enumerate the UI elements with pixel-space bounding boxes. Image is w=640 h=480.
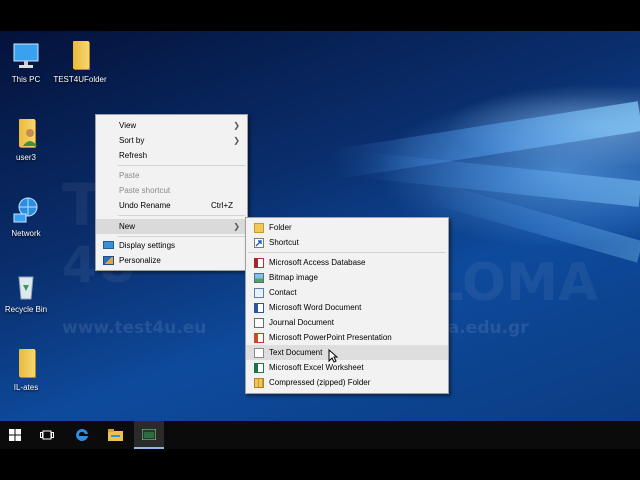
menu-item-undo-rename[interactable]: Undo Rename Ctrl+Z [96, 198, 247, 213]
watermark-url-left: www.test4u.eu [62, 318, 207, 338]
menu-item-personalize[interactable]: Personalize [96, 253, 247, 268]
menu-separator [118, 165, 245, 166]
desktop-icon-label: TEST4UFolder [53, 75, 107, 84]
windows-start-icon [9, 429, 21, 441]
new-submenu: Folder Shortcut Microsoft Access Databas… [245, 217, 449, 394]
bitmap-icon [254, 273, 264, 283]
desktop-icon-test4ufolder[interactable]: TEST4UFolder [48, 41, 112, 84]
access-icon [254, 258, 264, 268]
mouse-cursor-icon [328, 349, 338, 363]
submenu-item-text-document[interactable]: Text Document [246, 345, 448, 360]
file-explorer-icon [107, 429, 123, 441]
desktop-icon-label: This PC [11, 75, 41, 84]
file-explorer-button[interactable] [100, 421, 130, 449]
submenu-item-journal-document[interactable]: Journal Document [246, 315, 448, 330]
menu-separator [118, 236, 245, 237]
active-app-button[interactable] [134, 421, 164, 449]
submenu-item-excel-worksheet[interactable]: Microsoft Excel Worksheet [246, 360, 448, 375]
word-icon [254, 303, 264, 313]
taskbar [0, 421, 640, 449]
context-menu: View ❯ Sort by ❯ Refresh Paste Paste sho… [95, 114, 248, 271]
folder-icon [254, 223, 264, 233]
submenu-item-access-database[interactable]: Microsoft Access Database [246, 255, 448, 270]
chevron-right-icon: ❯ [233, 136, 240, 145]
menu-item-sort-by[interactable]: Sort by ❯ [96, 133, 247, 148]
desktop-icon-label: user3 [15, 153, 36, 162]
excel-icon [254, 363, 264, 373]
personalize-icon [103, 256, 114, 265]
desktop-icon-recycle-bin[interactable]: Recycle Bin [0, 271, 56, 314]
desktop[interactable]: TEST 4U DIPLOMA www.test4u.eu www.diplom… [0, 31, 640, 421]
computer-icon [11, 41, 41, 71]
journal-icon [254, 318, 264, 328]
menu-item-new[interactable]: New ❯ [96, 219, 247, 234]
text-document-icon [254, 348, 264, 358]
chevron-right-icon: ❯ [233, 121, 240, 130]
task-view-button[interactable] [32, 421, 62, 449]
contact-icon [254, 288, 264, 298]
submenu-item-shortcut[interactable]: Shortcut [246, 235, 448, 250]
folder-icon [11, 349, 41, 379]
desktop-icon-user3[interactable]: user3 [0, 119, 56, 162]
menu-separator [248, 252, 446, 253]
desktop-icon-label: IL-ates [13, 383, 39, 392]
app-window-icon [142, 428, 156, 440]
display-icon [103, 241, 114, 249]
submenu-item-powerpoint-presentation[interactable]: Microsoft PowerPoint Presentation [246, 330, 448, 345]
desktop-icon-label: Recycle Bin [4, 305, 48, 314]
menu-item-view[interactable]: View ❯ [96, 118, 247, 133]
powerpoint-icon [254, 333, 264, 343]
menu-item-paste-shortcut: Paste shortcut [119, 186, 171, 195]
menu-item-refresh[interactable]: Refresh [96, 148, 247, 163]
submenu-item-compressed-folder[interactable]: Compressed (zipped) Folder [246, 375, 448, 390]
wallpaper-beam [360, 151, 640, 207]
shortcut-icon [254, 238, 264, 248]
desktop-icon-label: Network [11, 229, 41, 238]
submenu-item-bitmap-image[interactable]: Bitmap image [246, 270, 448, 285]
shortcut-text: Ctrl+Z [211, 201, 233, 210]
submenu-item-word-document[interactable]: Microsoft Word Document [246, 300, 448, 315]
recycle-bin-icon [11, 271, 41, 301]
edge-icon [76, 428, 88, 441]
zip-folder-icon [254, 378, 264, 388]
edge-button[interactable] [67, 421, 97, 449]
submenu-item-folder[interactable]: Folder [246, 220, 448, 235]
folder-icon [65, 41, 95, 71]
desktop-icon-network[interactable]: Network [0, 195, 56, 238]
menu-item-paste: Paste [119, 171, 140, 180]
start-button[interactable] [0, 421, 30, 449]
chevron-right-icon: ❯ [233, 222, 240, 231]
submenu-item-contact[interactable]: Contact [246, 285, 448, 300]
menu-item-display-settings[interactable]: Display settings [96, 238, 247, 253]
menu-separator [118, 215, 245, 216]
desktop-icon-il-ates[interactable]: IL-ates [0, 349, 56, 392]
task-view-icon [40, 430, 54, 440]
user-folder-icon [11, 119, 41, 149]
network-icon [11, 195, 41, 225]
